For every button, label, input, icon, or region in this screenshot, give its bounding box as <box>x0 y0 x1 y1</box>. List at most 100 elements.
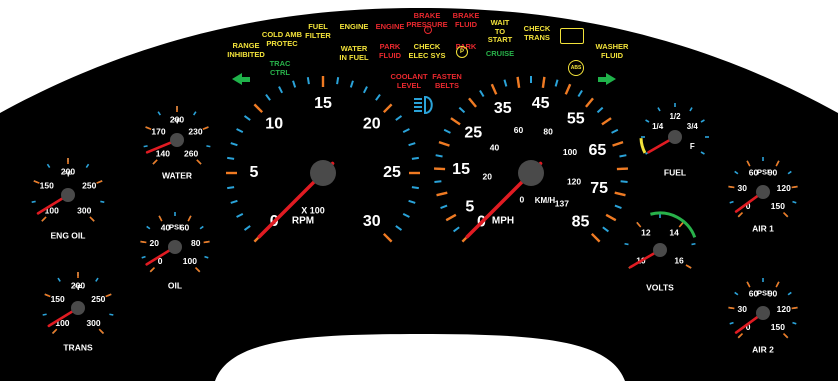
scale-tick <box>227 186 235 190</box>
telltale: COLD AMB PROTEC <box>262 30 302 48</box>
speedo-label: MPH <box>492 216 514 227</box>
oil-unit: PSI <box>169 223 181 232</box>
telltale: TRAC CTRL <box>270 59 291 77</box>
water-unit: °F <box>173 116 181 125</box>
eng_oil-scale-label: 300 <box>77 206 91 216</box>
telltale-line: ELEC SYS <box>408 50 446 60</box>
speedo-needle-hub <box>518 160 544 186</box>
telltale-line: TRANS <box>524 32 550 42</box>
speedo-scale-label: 5 <box>465 198 474 215</box>
telltale: CRUISE <box>485 49 515 59</box>
scale-tick <box>42 313 47 316</box>
oil-scale-label: 100 <box>183 256 197 266</box>
speedo-scale-label: 65 <box>588 142 606 159</box>
volts-scale-label: 14 <box>669 227 679 237</box>
oil-scale-label: 60 <box>180 223 190 233</box>
headlight-icon <box>414 95 433 115</box>
oil-needle-hub <box>168 240 182 254</box>
tach-label: RPM <box>292 216 314 227</box>
scale-tick <box>109 313 114 316</box>
scale-tick <box>728 306 735 310</box>
air1-scale-label: 150 <box>771 201 785 211</box>
speedo-kmh-label: 20 <box>482 171 492 181</box>
trans-scale-label: 150 <box>51 294 65 304</box>
water-scale-label: 260 <box>184 148 198 158</box>
volts-scale-label: 12 <box>641 227 651 237</box>
air2-needle-hub <box>756 306 770 320</box>
scale-tick <box>516 76 521 88</box>
telltale: CHECK ELEC SYS <box>408 42 446 60</box>
telltale: BRAKE FLUID <box>453 11 480 29</box>
speedo-scale-label: 55 <box>567 110 585 127</box>
speedo-kmh-zero: 0 <box>520 194 525 204</box>
tach-scale-label: 30 <box>363 213 381 230</box>
speedo-kmh-label: 60 <box>514 125 524 135</box>
scale-tick <box>100 200 105 204</box>
speedo-scale-label: 25 <box>464 125 482 142</box>
scale-tick <box>619 154 627 158</box>
air1-scale-label: 30 <box>738 183 748 193</box>
air1-scale-label: 90 <box>768 168 778 178</box>
telltale: WATER IN FUEL <box>339 44 368 62</box>
tach-scale-label: 20 <box>363 115 381 132</box>
speedo-scale-label: 45 <box>532 95 550 112</box>
fuel-needle-hub <box>668 130 682 144</box>
scale-tick <box>435 154 443 158</box>
fuel-label: FUEL <box>664 167 686 177</box>
fuel-scale-label: 1/2 <box>669 112 681 121</box>
trans-unit: °F <box>74 283 82 292</box>
speedo-kmh-label: 80 <box>543 127 553 137</box>
speedo-scale-label: 75 <box>590 180 608 197</box>
eng_oil-scale-label: 150 <box>40 180 54 190</box>
scale-tick <box>434 180 442 183</box>
water-scale-label: 230 <box>188 127 202 137</box>
eng_oil-label: ENG OIL <box>51 230 86 240</box>
scale-tick <box>791 306 798 310</box>
air1-scale-label: 120 <box>777 183 791 193</box>
speedo-kmh-label: 40 <box>490 143 500 153</box>
telltale: ENGINE <box>339 22 369 32</box>
eng_oil-scale-label: 250 <box>82 180 96 190</box>
speedo-kmh-label: 100 <box>563 147 577 157</box>
telltale-line: ENGINE <box>375 22 405 31</box>
air2-scale-label: 90 <box>768 289 778 299</box>
tach-scale-label: 10 <box>265 115 283 132</box>
oil-scale-label: 80 <box>191 238 201 248</box>
telltale-line: FLUID <box>378 50 402 60</box>
telltale-line: ENGINE <box>339 22 369 31</box>
tach-scale-label: 15 <box>314 95 332 112</box>
scale-tick <box>143 145 148 148</box>
telltale: WAIT TO START <box>487 18 513 45</box>
scale-tick <box>728 185 735 189</box>
trans-scale-label: 250 <box>91 294 105 304</box>
scale-tick <box>434 167 446 171</box>
telltale-line: FLUID <box>600 50 624 60</box>
telltale-line: INHIBITED <box>227 49 265 59</box>
scale-tick <box>227 156 235 160</box>
scale-tick <box>411 186 419 190</box>
scale-tick <box>203 240 210 244</box>
abs-icon: ABS <box>568 60 584 76</box>
telltale-line: CRUISE <box>485 49 515 58</box>
fuel-scale-label: 1/4 <box>652 122 664 131</box>
brake-pressure-mark: ! <box>424 26 432 34</box>
scale-tick <box>691 242 696 246</box>
telltale-line: FLUID <box>454 19 478 29</box>
oil-label: OIL <box>168 280 182 290</box>
scale-tick <box>206 145 211 148</box>
telltale: RANGE INHIBITED <box>227 41 265 59</box>
speedo-scale-label: 15 <box>452 161 470 178</box>
volts-label: VOLTS <box>646 282 674 292</box>
cluster-panel <box>0 8 838 381</box>
scale-tick <box>306 77 310 85</box>
tach-scale-label: 5 <box>250 164 259 181</box>
telltale: FASTEN BELTS <box>432 72 462 90</box>
telltale: PARK FLUID <box>378 42 402 60</box>
tach-needle-hub <box>310 160 336 186</box>
telltale-line: START <box>487 35 513 44</box>
scale-tick <box>31 200 36 204</box>
scale-tick <box>411 156 419 160</box>
telltale-line: PROTEC <box>266 38 298 48</box>
air1-unit: PSI <box>757 168 769 177</box>
oil-scale-label: 20 <box>150 238 160 248</box>
